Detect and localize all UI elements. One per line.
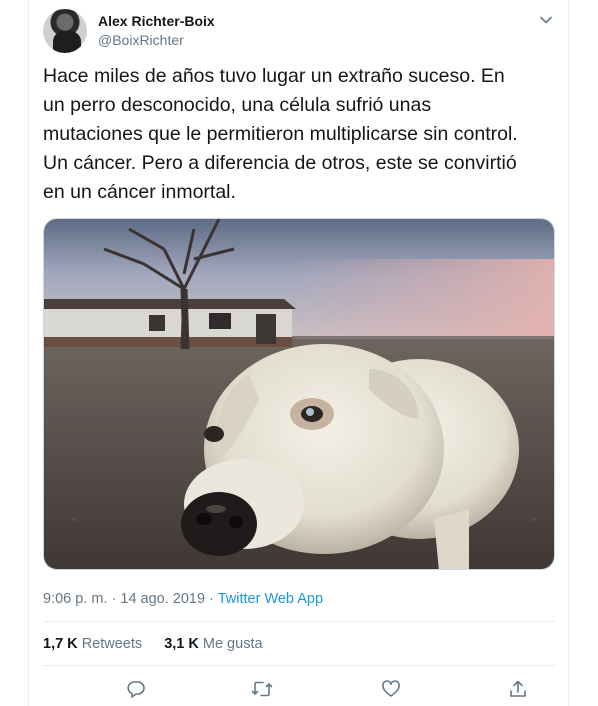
user-name[interactable]: Alex Richter-Boix xyxy=(98,13,215,29)
likes-label: Me gusta xyxy=(202,636,263,652)
meta-separator: · xyxy=(209,591,214,607)
tweet-actions xyxy=(43,674,555,704)
chevron-down-icon[interactable] xyxy=(537,11,555,29)
reply-icon[interactable] xyxy=(125,678,147,700)
user-handle[interactable]: @BoixRichter xyxy=(98,32,184,48)
tweet-photo[interactable] xyxy=(43,218,555,570)
retweets-label: Retweets xyxy=(81,636,143,652)
likes-count: 3,1 K xyxy=(164,636,199,652)
share-icon[interactable] xyxy=(507,678,529,700)
tweet-header: Alex Richter-Boix @BoixRichter xyxy=(43,9,555,55)
retweet-icon[interactable] xyxy=(251,678,273,700)
divider xyxy=(43,621,555,622)
tweet-text: Hace miles de años tuvo lugar un extraño… xyxy=(43,65,518,203)
tweet-date[interactable]: 14 ago. 2019 xyxy=(120,591,205,607)
avatar[interactable] xyxy=(43,9,87,53)
tweet-card: Alex Richter-Boix @BoixRichter Hace mile… xyxy=(28,0,569,706)
retweets-stat[interactable]: 1,7 K Retweets xyxy=(43,636,142,652)
tweet-source-link[interactable]: Twitter Web App xyxy=(218,591,323,607)
divider xyxy=(43,665,555,666)
meta-separator: · xyxy=(111,591,117,607)
tweet-stats: 1,7 K Retweets 3,1 K Me gusta xyxy=(43,636,281,652)
likes-stat[interactable]: 3,1 K Me gusta xyxy=(164,636,262,652)
heart-icon[interactable] xyxy=(380,678,402,700)
tweet-timestamp: 9:06 p. m. · 14 ago. 2019 · Twitter Web … xyxy=(43,591,323,607)
tweet-time[interactable]: 9:06 p. m. xyxy=(43,591,107,607)
retweets-count: 1,7 K xyxy=(43,636,78,652)
